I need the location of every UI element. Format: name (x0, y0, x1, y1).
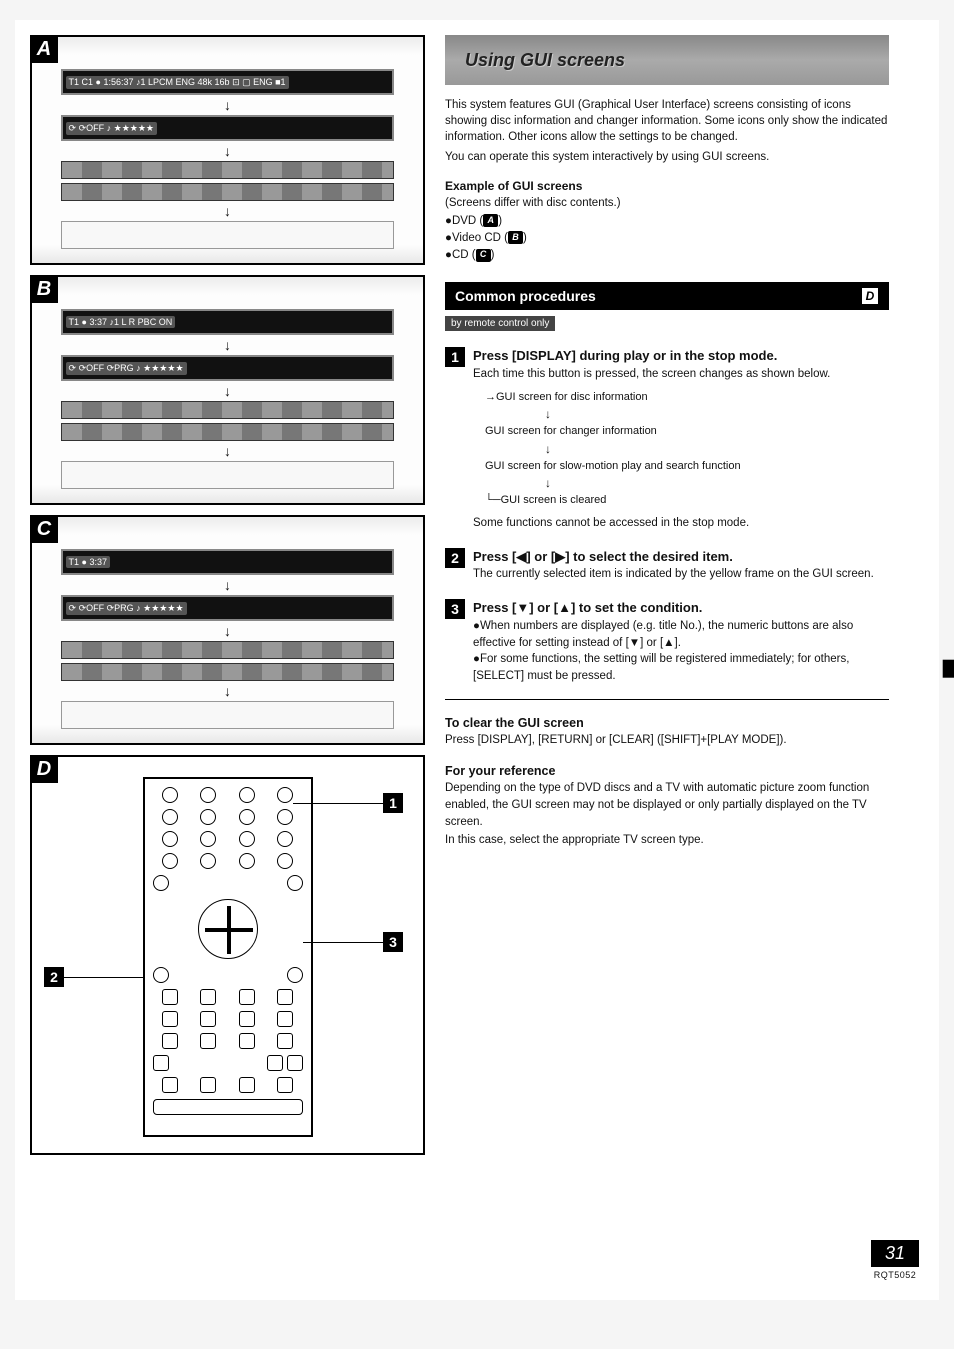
gui-blank (61, 461, 395, 489)
gui-blank (61, 221, 395, 249)
gui-strip (61, 663, 395, 681)
ref-badge-icon: D (861, 287, 879, 305)
section-header: Using GUI screens (445, 35, 889, 85)
remote-only-badge: by remote control only (445, 316, 555, 331)
reference-text: In this case, select the appropriate TV … (445, 832, 889, 849)
dpad-icon (198, 899, 258, 959)
down-arrow-icon: ↓ (545, 405, 889, 423)
gui-bar: T1 ● 3:37 ♪1 L R PBC ON (61, 309, 395, 335)
gui-example-panel-b: B T1 ● 3:37 ♪1 L R PBC ON ↓ ⟳ ⟳OFF ⟳PRG … (30, 275, 425, 505)
example-heading: Example of GUI screens (445, 179, 889, 193)
flow-item: GUI screen for disc information (496, 391, 648, 403)
panel-label-d: D (30, 755, 58, 783)
down-arrow-icon: ↓ (42, 99, 413, 111)
gui-bar-text: ⟳ ⟳OFF ⟳PRG ♪ ★★★★★ (66, 362, 187, 375)
step-text: Each time this button is pressed, the sc… (473, 366, 889, 383)
step-3: 3 Press [▼] or [▲] to set the condition.… (445, 599, 889, 685)
ref-badge-icon: C (476, 249, 491, 262)
clear-heading: To clear the GUI screen (445, 716, 889, 730)
down-arrow-icon: ↓ (545, 440, 889, 458)
panel-label-b: B (30, 275, 58, 303)
section-bar: Common procedures D (445, 282, 889, 310)
example-item: ●DVD (A) (445, 213, 889, 230)
step-number-icon: 2 (445, 548, 465, 568)
step-text: The currently selected item is indicated… (473, 566, 889, 583)
flow-item: GUI screen for changer information (485, 425, 657, 437)
reference-heading: For your reference (445, 764, 889, 778)
page-title: Using GUI screens (465, 50, 625, 71)
gui-bar-text: T1 ● 3:37 (66, 556, 110, 568)
page-footer: 31 RQT5052 (871, 1240, 919, 1280)
panel-label-c: C (30, 515, 58, 543)
document-code: RQT5052 (871, 1270, 919, 1280)
section-tab: DVD/VIDEO CD/CD operations (943, 660, 954, 885)
gui-strip (61, 161, 395, 179)
reference-text: Depending on the type of DVD discs and a… (445, 780, 889, 830)
gui-bar-text: T1 C1 ● 1:56:37 ♪1 LPCM ENG 48k 16b ⊡ ▢ … (66, 76, 289, 89)
step-2: 2 Press [◀] or [▶] to select the desired… (445, 548, 889, 584)
step-title: Press [▼] or [▲] to set the condition. (473, 599, 889, 618)
example-note: (Screens differ with disc contents.) (445, 195, 889, 212)
step-bullet: ●For some functions, the setting will be… (473, 651, 889, 684)
gui-blank (61, 701, 395, 729)
gui-strip (61, 423, 395, 441)
step-number-icon: 3 (445, 599, 465, 619)
gui-strip (61, 183, 395, 201)
down-arrow-icon: ↓ (42, 205, 413, 217)
ref-badge-icon: B (508, 231, 523, 244)
clear-text: Press [DISPLAY], [RETURN] or [CLEAR] ([S… (445, 732, 889, 749)
step-title: Press [◀] or [▶] to select the desired i… (473, 548, 889, 567)
gui-bar: T1 ● 3:37 (61, 549, 395, 575)
down-arrow-icon: ↓ (42, 385, 413, 397)
ref-badge-icon: A (483, 214, 498, 227)
step-1: 1 Press [DISPLAY] during play or in the … (445, 347, 889, 531)
down-arrow-icon: ↓ (42, 339, 413, 351)
example-item: ●Video CD (B) (445, 230, 889, 247)
gui-example-panel-a: A T1 C1 ● 1:56:37 ♪1 LPCM ENG 48k 16b ⊡ … (30, 35, 425, 265)
gui-bar: ⟳ ⟳OFF ♪ ★★★★★ (61, 115, 395, 141)
flow-item: GUI screen is cleared (501, 494, 607, 506)
down-arrow-icon: ↓ (42, 445, 413, 457)
callout-3: 3 (383, 932, 403, 952)
section-title: Common procedures (455, 288, 596, 304)
step-number-icon: 1 (445, 347, 465, 367)
remote-panel-d: D 1 2 3 (30, 755, 425, 1155)
step-tail: Some functions cannot be accessed in the… (473, 515, 889, 532)
intro-text: This system features GUI (Graphical User… (445, 97, 889, 145)
gui-bar-text: T1 ● 3:37 ♪1 L R PBC ON (66, 316, 176, 328)
gui-bar: T1 C1 ● 1:56:37 ♪1 LPCM ENG 48k 16b ⊡ ▢ … (61, 69, 395, 95)
gui-bar: ⟳ ⟳OFF ⟳PRG ♪ ★★★★★ (61, 595, 395, 621)
step-title: Press [DISPLAY] during play or in the st… (473, 347, 889, 366)
flow-item: GUI screen for slow-motion play and sear… (485, 460, 741, 472)
page-number: 31 (871, 1240, 919, 1267)
down-arrow-icon: ↓ (42, 625, 413, 637)
gui-strip (61, 641, 395, 659)
down-arrow-icon: ↓ (545, 474, 889, 492)
example-item: ●CD (C) (445, 247, 889, 264)
down-arrow-icon: ↓ (42, 685, 413, 697)
down-arrow-icon: ↓ (42, 579, 413, 591)
divider (445, 699, 889, 700)
tab-marker-icon (943, 660, 954, 678)
gui-example-panel-c: C T1 ● 3:37 ↓ ⟳ ⟳OFF ⟳PRG ♪ ★★★★★ ↓ ↓ (30, 515, 425, 745)
gui-strip (61, 401, 395, 419)
down-arrow-icon: ↓ (42, 145, 413, 157)
callout-1: 1 (383, 793, 403, 813)
intro-text: You can operate this system interactivel… (445, 149, 889, 165)
step-bullet: ●When numbers are displayed (e.g. title … (473, 618, 889, 651)
panel-label-a: A (30, 35, 58, 63)
gui-bar-text: ⟳ ⟳OFF ⟳PRG ♪ ★★★★★ (66, 602, 187, 615)
callout-2: 2 (44, 967, 64, 987)
gui-bar-text: ⟳ ⟳OFF ♪ ★★★★★ (66, 122, 157, 135)
remote-control-diagram (143, 777, 313, 1137)
gui-bar: ⟳ ⟳OFF ⟳PRG ♪ ★★★★★ (61, 355, 395, 381)
